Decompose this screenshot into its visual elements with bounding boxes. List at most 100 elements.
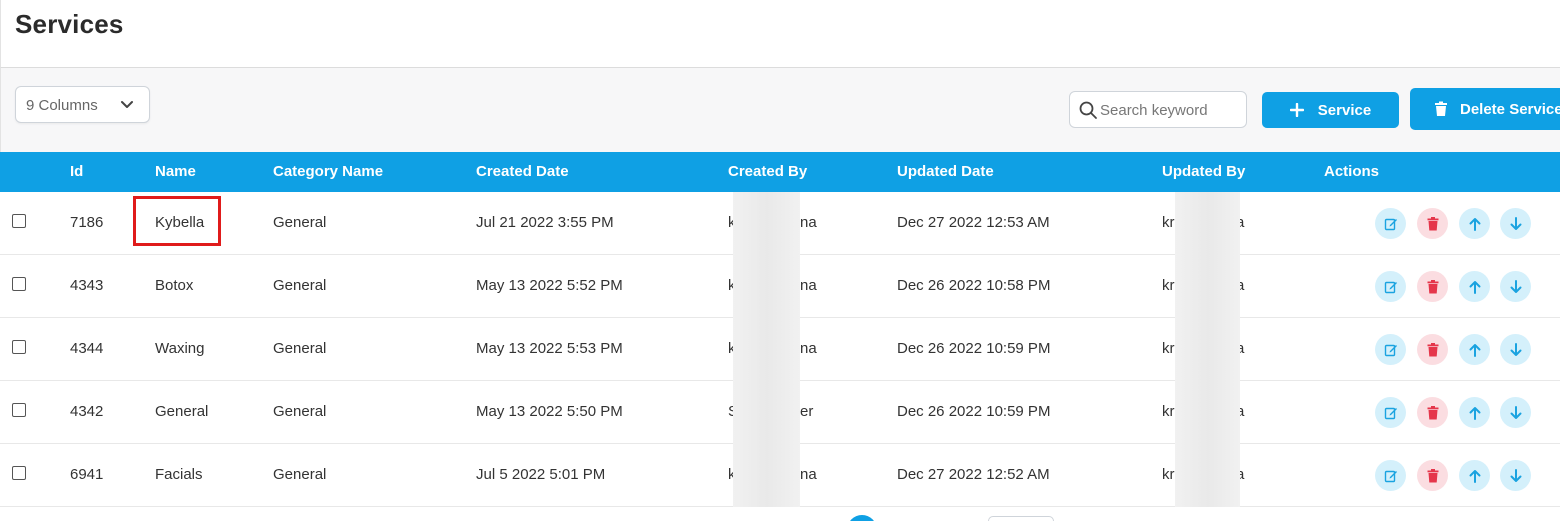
cell-created-by-end: na: [800, 277, 817, 294]
cell-created-by-end: er: [800, 403, 814, 420]
add-service-button[interactable]: Service: [1262, 92, 1399, 128]
delete-button[interactable]: [1417, 271, 1448, 302]
column-header-name[interactable]: Name: [155, 163, 196, 180]
edit-button[interactable]: [1375, 334, 1406, 365]
redaction-blur: [1175, 255, 1240, 318]
search-input[interactable]: [1100, 99, 1240, 121]
cell-updated-date: Dec 27 2022 12:52 AM: [897, 466, 1050, 483]
edit-button[interactable]: [1375, 397, 1406, 428]
row-checkbox[interactable]: [12, 403, 26, 417]
cell-id: 4342: [70, 403, 104, 420]
cell-category: General: [273, 214, 327, 231]
column-header-updated-by[interactable]: Updated By: [1162, 163, 1245, 180]
add-service-label: Service: [1317, 101, 1372, 119]
row-checkbox[interactable]: [12, 340, 26, 354]
redaction-blur: [733, 318, 800, 381]
redaction-blur: [1175, 381, 1240, 444]
cell-updated-by-start: kr: [1162, 214, 1175, 231]
arrow-down-icon: [1510, 405, 1522, 420]
column-header-created-by[interactable]: Created By: [728, 163, 807, 180]
edit-icon: [1384, 343, 1398, 357]
column-header-category-name[interactable]: Category Name: [273, 163, 383, 180]
redaction-blur: [733, 381, 800, 444]
toolbar: 9 Columns Service Delete Service: [0, 68, 1560, 152]
edit-button[interactable]: [1375, 208, 1406, 239]
table-row: 4342GeneralGeneralMay 13 2022 5:50 PMSer…: [0, 381, 1560, 444]
arrow-up-icon: [1469, 469, 1481, 483]
cell-updated-date: Dec 26 2022 10:58 PM: [897, 277, 1051, 294]
cell-created-by-end: na: [800, 466, 817, 483]
cell-updated-date: Dec 26 2022 10:59 PM: [897, 340, 1051, 357]
page-title: Services: [15, 9, 124, 39]
pagination-current-page[interactable]: [847, 515, 877, 521]
delete-button[interactable]: [1417, 208, 1448, 239]
columns-select-value: 9 Columns: [26, 97, 98, 114]
cell-category: General: [273, 403, 327, 420]
move-down-button[interactable]: [1500, 460, 1531, 491]
cell-created-by-end: na: [800, 214, 817, 231]
arrow-up-icon: [1469, 343, 1481, 357]
trash-icon: [1427, 468, 1439, 483]
search-box[interactable]: [1069, 91, 1247, 128]
arrow-down-icon: [1510, 216, 1522, 231]
redaction-blur: [1175, 318, 1240, 381]
services-table: Id Name Category Name Created Date Creat…: [0, 152, 1560, 507]
edit-button[interactable]: [1375, 271, 1406, 302]
search-icon: [1079, 101, 1097, 119]
cell-updated-by-start: kr: [1162, 340, 1175, 357]
cell-category: General: [273, 466, 327, 483]
move-down-button[interactable]: [1500, 271, 1531, 302]
redaction-blur: [733, 444, 800, 507]
cell-updated-date: Dec 27 2022 12:53 AM: [897, 214, 1050, 231]
delete-service-button[interactable]: Delete Service: [1410, 88, 1560, 130]
delete-button[interactable]: [1417, 397, 1448, 428]
redaction-blur: [733, 255, 800, 318]
row-checkbox[interactable]: [12, 466, 26, 480]
cell-name: Waxing: [155, 340, 205, 357]
cell-updated-date: Dec 26 2022 10:59 PM: [897, 403, 1051, 420]
delete-button[interactable]: [1417, 334, 1448, 365]
edit-button[interactable]: [1375, 460, 1406, 491]
move-up-button[interactable]: [1459, 397, 1490, 428]
cell-category: General: [273, 277, 327, 294]
table-header: Id Name Category Name Created Date Creat…: [0, 152, 1560, 192]
columns-select[interactable]: 9 Columns: [15, 86, 150, 123]
move-up-button[interactable]: [1459, 460, 1490, 491]
move-down-button[interactable]: [1500, 334, 1531, 365]
page-size-select[interactable]: [988, 516, 1054, 521]
move-up-button[interactable]: [1459, 334, 1490, 365]
column-header-id[interactable]: Id: [70, 163, 83, 180]
cell-category: General: [273, 340, 327, 357]
redaction-blur: [1175, 192, 1240, 255]
move-up-button[interactable]: [1459, 208, 1490, 239]
move-down-button[interactable]: [1500, 208, 1531, 239]
cell-created-date: May 13 2022 5:53 PM: [476, 340, 623, 357]
table-row: 4343 Botox General May 13 2022 5:52 PM k na De…: [0, 255, 1560, 318]
row-checkbox[interactable]: [12, 214, 26, 228]
cell-updated-by-start: kr: [1162, 466, 1175, 483]
cell-id: 4343: [70, 277, 104, 294]
trash-icon: [1427, 405, 1439, 420]
arrow-down-icon: [1510, 342, 1522, 357]
chevron-down-icon: [121, 101, 133, 108]
redaction-blur: [1175, 444, 1240, 507]
row-checkbox[interactable]: [12, 277, 26, 291]
edit-icon: [1384, 217, 1398, 231]
arrow-down-icon: [1510, 468, 1522, 483]
move-up-button[interactable]: [1459, 271, 1490, 302]
cell-created-date: Jul 21 2022 3:55 PM: [476, 214, 614, 231]
cell-created-date: Jul 5 2022 5:01 PM: [476, 466, 606, 483]
column-header-updated-date[interactable]: Updated Date: [897, 163, 994, 180]
page-header: Services: [0, 0, 1560, 68]
table-row: 6941 Facials General Jul 5 2022 5:01 PM k na D…: [0, 444, 1560, 507]
cell-created-date: May 13 2022 5:52 PM: [476, 277, 623, 294]
arrow-up-icon: [1469, 280, 1481, 294]
column-header-created-date[interactable]: Created Date: [476, 163, 569, 180]
cell-created-by-end: na: [800, 340, 817, 357]
cell-name: Botox: [155, 277, 194, 294]
edit-icon: [1384, 280, 1398, 294]
arrow-up-icon: [1469, 217, 1481, 231]
delete-button[interactable]: [1417, 460, 1448, 491]
move-down-button[interactable]: [1500, 397, 1531, 428]
cell-updated-by-start: kr: [1162, 403, 1175, 420]
